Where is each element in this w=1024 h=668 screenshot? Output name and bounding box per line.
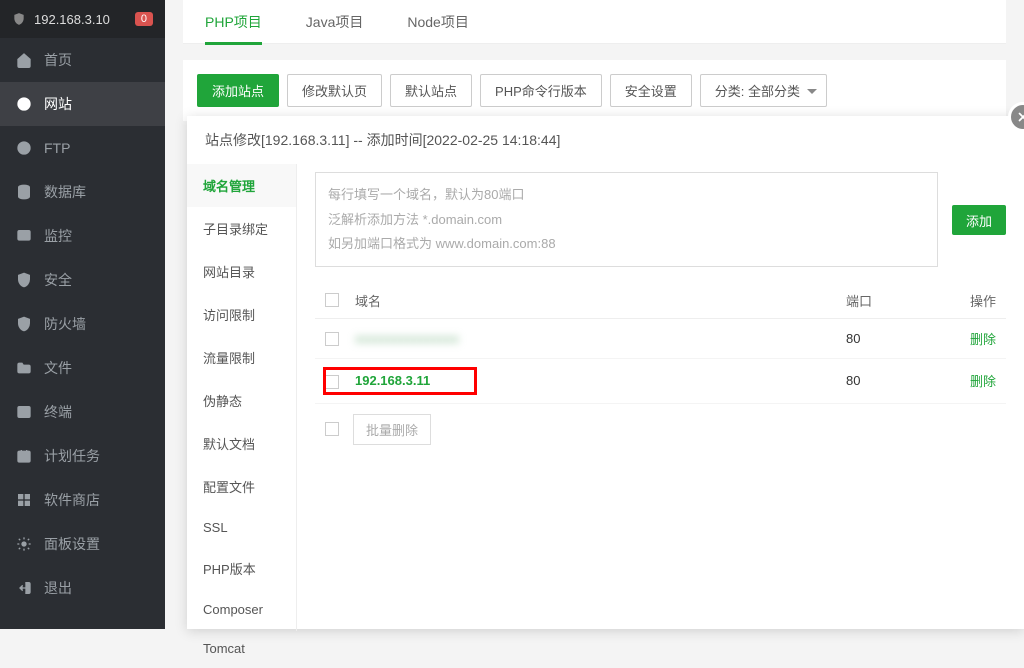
nav-website[interactable]: 网站 bbox=[0, 82, 165, 126]
nav-home[interactable]: 首页 bbox=[0, 38, 165, 82]
folder-icon bbox=[16, 360, 32, 376]
modal-nav-phpver[interactable]: PHP版本 bbox=[187, 547, 296, 590]
header-action: 操作 bbox=[936, 291, 996, 310]
server-ip: 192.168.3.10 bbox=[34, 12, 135, 27]
domain-textarea[interactable]: 每行填写一个域名，默认为80端口 泛解析添加方法 *.domain.com 如另… bbox=[315, 172, 938, 267]
table-row: 192.168.3.11 80 删除 bbox=[315, 359, 1006, 404]
delete-link[interactable]: 删除 bbox=[936, 329, 996, 348]
site-edit-modal: 站点修改[192.168.3.11] -- 添加时间[2022-02-25 14… bbox=[187, 116, 1024, 629]
shield-icon bbox=[12, 11, 26, 27]
header-port: 端口 bbox=[846, 291, 936, 310]
row-checkbox[interactable] bbox=[325, 375, 339, 389]
modal-body: 域名管理 子目录绑定 网站目录 访问限制 流量限制 伪静态 默认文档 配置文件 … bbox=[187, 164, 1024, 631]
globe-icon bbox=[16, 96, 32, 112]
terminal-icon bbox=[16, 404, 32, 420]
ftp-icon bbox=[16, 140, 32, 156]
database-icon bbox=[16, 184, 32, 200]
modal-nav-defaultdoc[interactable]: 默认文档 bbox=[187, 422, 296, 465]
schedule-icon bbox=[16, 448, 32, 464]
exit-icon bbox=[16, 580, 32, 596]
port-cell: 80 bbox=[846, 373, 936, 388]
nav-settings[interactable]: 面板设置 bbox=[0, 522, 165, 566]
modify-default-button[interactable]: 修改默认页 bbox=[287, 74, 382, 107]
header-domain: 域名 bbox=[355, 291, 846, 310]
toolbar: 添加站点 修改默认页 默认站点 PHP命令行版本 安全设置 分类: 全部分类 bbox=[183, 60, 1006, 121]
nav-label: 计划任务 bbox=[44, 446, 100, 466]
domain-cell: 192.168.3.11 bbox=[355, 369, 475, 392]
sidebar-header: 192.168.3.10 0 bbox=[0, 0, 165, 38]
nav-label: 终端 bbox=[44, 402, 72, 422]
nav-label: 防火墙 bbox=[44, 314, 86, 334]
sidebar: 192.168.3.10 0 首页 网站 FTP 数据库 监控 安全 防火墙 文… bbox=[0, 0, 165, 629]
main-area: PHP项目 Java项目 Node项目 添加站点 修改默认页 默认站点 PHP命… bbox=[165, 0, 1024, 629]
nav-label: 首页 bbox=[44, 50, 72, 70]
shield-check-icon bbox=[16, 272, 32, 288]
notification-badge[interactable]: 0 bbox=[135, 12, 153, 26]
nav-terminal[interactable]: 终端 bbox=[0, 390, 165, 434]
nav-security[interactable]: 安全 bbox=[0, 258, 165, 302]
nav-firewall[interactable]: 防火墙 bbox=[0, 302, 165, 346]
close-icon bbox=[1016, 110, 1024, 124]
nav-label: 面板设置 bbox=[44, 534, 100, 554]
monitor-icon bbox=[16, 228, 32, 244]
domain-table: 域名 端口 操作 xxxxxxxxxxxxxxxx 80 删除 192.168.… bbox=[315, 283, 1006, 455]
nav-label: 退出 bbox=[44, 578, 72, 598]
nav-cron[interactable]: 计划任务 bbox=[0, 434, 165, 478]
security-settings-button[interactable]: 安全设置 bbox=[610, 74, 692, 107]
nav-store[interactable]: 软件商店 bbox=[0, 478, 165, 522]
modal-nav: 域名管理 子目录绑定 网站目录 访问限制 流量限制 伪静态 默认文档 配置文件 … bbox=[187, 164, 297, 631]
home-icon bbox=[16, 52, 32, 68]
delete-link[interactable]: 删除 bbox=[936, 371, 996, 390]
firewall-icon bbox=[16, 316, 32, 332]
row-checkbox[interactable] bbox=[325, 332, 339, 346]
tab-php[interactable]: PHP项目 bbox=[183, 0, 284, 44]
nav-label: 数据库 bbox=[44, 182, 86, 202]
domain-input-row: 每行填写一个域名，默认为80端口 泛解析添加方法 *.domain.com 如另… bbox=[315, 172, 1006, 267]
modal-nav-access[interactable]: 访问限制 bbox=[187, 293, 296, 336]
modal-nav-webdir[interactable]: 网站目录 bbox=[187, 250, 296, 293]
nav-label: 网站 bbox=[44, 94, 72, 114]
add-site-button[interactable]: 添加站点 bbox=[197, 74, 279, 107]
nav-monitor[interactable]: 监控 bbox=[0, 214, 165, 258]
modal-nav-tomcat[interactable]: Tomcat bbox=[187, 629, 296, 668]
modal-nav-subdir[interactable]: 子目录绑定 bbox=[187, 207, 296, 250]
modal-nav-domain[interactable]: 域名管理 bbox=[187, 164, 296, 207]
batch-delete-button[interactable]: 批量删除 bbox=[353, 414, 431, 445]
nav-label: 文件 bbox=[44, 358, 72, 378]
batch-row: 批量删除 bbox=[315, 404, 1006, 455]
tabs-bar: PHP项目 Java项目 Node项目 bbox=[183, 0, 1006, 44]
nav-ftp[interactable]: FTP bbox=[0, 126, 165, 170]
modal-title: 站点修改[192.168.3.11] -- 添加时间[2022-02-25 14… bbox=[187, 116, 1024, 164]
modal-nav-composer[interactable]: Composer bbox=[187, 590, 296, 629]
modal-nav-traffic[interactable]: 流量限制 bbox=[187, 336, 296, 379]
nav-database[interactable]: 数据库 bbox=[0, 170, 165, 214]
category-dropdown[interactable]: 分类: 全部分类 bbox=[700, 74, 827, 107]
nav-logout[interactable]: 退出 bbox=[0, 566, 165, 610]
modal-nav-config[interactable]: 配置文件 bbox=[187, 465, 296, 508]
port-cell: 80 bbox=[846, 331, 936, 346]
nav-label: FTP bbox=[44, 140, 70, 156]
php-cli-button[interactable]: PHP命令行版本 bbox=[480, 74, 602, 107]
placeholder-line: 泛解析添加方法 *.domain.com bbox=[328, 208, 925, 233]
table-header: 域名 端口 操作 bbox=[315, 283, 1006, 319]
placeholder-line: 每行填写一个域名，默认为80端口 bbox=[328, 183, 925, 208]
add-domain-button[interactable]: 添加 bbox=[952, 205, 1006, 235]
modal-nav-ssl[interactable]: SSL bbox=[187, 508, 296, 547]
nav-label: 软件商店 bbox=[44, 490, 100, 510]
nav-label: 监控 bbox=[44, 226, 72, 246]
settings-icon bbox=[16, 536, 32, 552]
nav-files[interactable]: 文件 bbox=[0, 346, 165, 390]
nav-label: 安全 bbox=[44, 270, 72, 290]
modal-nav-rewrite[interactable]: 伪静态 bbox=[187, 379, 296, 422]
default-site-button[interactable]: 默认站点 bbox=[390, 74, 472, 107]
tab-java[interactable]: Java项目 bbox=[284, 0, 386, 44]
modal-content: 每行填写一个域名，默认为80端口 泛解析添加方法 *.domain.com 如另… bbox=[297, 164, 1024, 631]
table-row: xxxxxxxxxxxxxxxx 80 删除 bbox=[315, 319, 1006, 359]
placeholder-line: 如另加端口格式为 www.domain.com:88 bbox=[328, 232, 925, 257]
domain-cell: xxxxxxxxxxxxxxxx bbox=[355, 331, 846, 346]
tab-node[interactable]: Node项目 bbox=[385, 0, 490, 44]
select-all-checkbox[interactable] bbox=[325, 293, 339, 307]
batch-checkbox[interactable] bbox=[325, 422, 339, 436]
grid-icon bbox=[16, 492, 32, 508]
